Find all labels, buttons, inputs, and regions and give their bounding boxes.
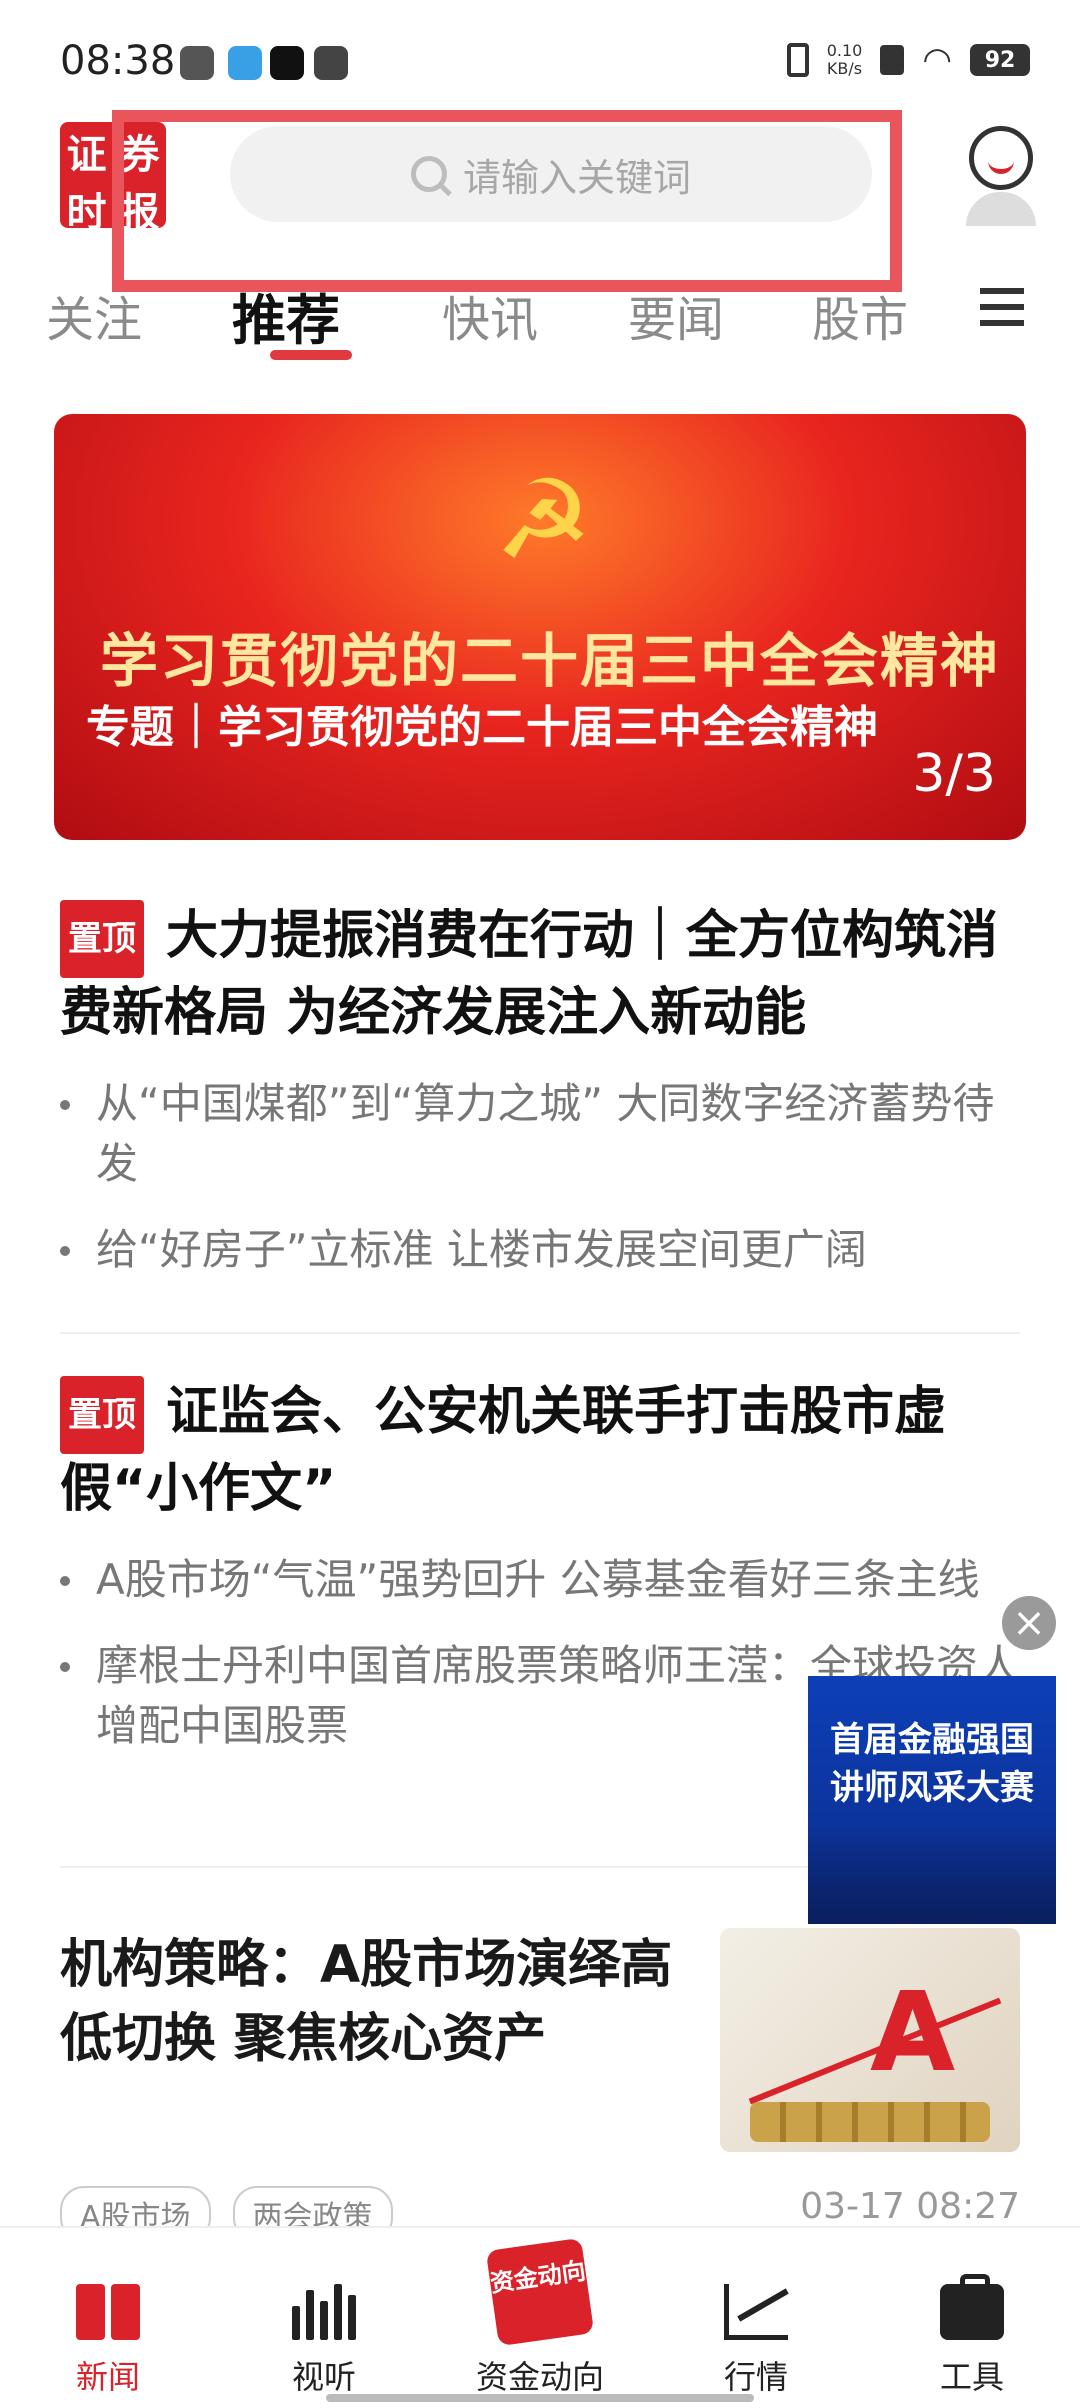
ad-text: 首届金融强国讲师风采大赛 (830, 1720, 1034, 1808)
search-icon (410, 156, 447, 192)
nav-video[interactable]: 视听 (234, 2248, 414, 2398)
ad-city-image (808, 1824, 1056, 1924)
nav-tools[interactable]: 工具 (882, 2248, 1062, 2398)
status-right-group: 0.10 KB/s ◠ 92 (786, 40, 1030, 80)
nav-market[interactable]: 行情 (666, 2248, 846, 2398)
search-placeholder: 请输入关键词 (462, 155, 691, 200)
logo-char: 时 (66, 189, 107, 236)
floating-ad[interactable]: 首届金融强国讲师风采大赛 (808, 1676, 1056, 1924)
qq-app-icon (228, 46, 262, 80)
topic-banner[interactable]: ☭ 学习贯彻党的二十届三中全会精神 专题｜学习贯彻党的二十届三中全会精神 3/3 (54, 414, 1026, 840)
tab-recommend[interactable]: 推荐 (232, 276, 340, 355)
video-icon (292, 2284, 356, 2340)
network-speed-value: 0.10 (826, 41, 863, 60)
news-icon (76, 2284, 140, 2340)
article-title: 大力提振消费在行动｜全方位构筑消费新格局 为经济发展注入新动能 (60, 906, 999, 1043)
nav-label: 视听 (291, 2358, 356, 2396)
market-chart-icon (724, 2284, 788, 2340)
bottom-navigation: 新闻 视听 资金动向 资金动向 行情 工具 (0, 2226, 1080, 2408)
fund-flow-icon: 资金动向 (485, 2237, 595, 2347)
search-input[interactable]: 请输入关键词 (230, 126, 872, 222)
article-title: 证监会、公安机关联手打击股市虚假“小作文” (60, 1382, 947, 1519)
article-headline: 置顶 证监会、公安机关联手打击股市虚假“小作文” (60, 1376, 1020, 1524)
status-bar: 08:38 0.10 KB/s ◠ 92 (0, 0, 1080, 110)
logo-char: 证 (66, 131, 107, 178)
news-timestamp: 03-17 08:27 (800, 2186, 1020, 2227)
banner-page-indicator: 3/3 (912, 744, 996, 804)
network-speed: 0.10 KB/s (827, 42, 863, 78)
battery-level: 92 (984, 47, 1016, 73)
app-header: 证 券 时 报 请输入关键词 (0, 110, 1080, 292)
close-ad-button[interactable]: × (1002, 1596, 1056, 1650)
banner-title: 学习贯彻党的二十届三中全会精神 (99, 627, 1000, 695)
banner-caption: 专题｜学习贯彻党的二十届三中全会精神 (86, 702, 878, 753)
home-indicator[interactable] (326, 2394, 754, 2402)
nav-label: 行情 (723, 2358, 788, 2396)
tab-follow[interactable]: 关注 (46, 280, 142, 350)
user-avatar-button[interactable] (966, 126, 1036, 236)
tiktok-app-icon (270, 46, 304, 80)
battery-icon: 92 (970, 44, 1030, 76)
article-headline: 置顶 大力提振消费在行动｜全方位构筑消费新格局 为经济发展注入新动能 (60, 900, 1020, 1048)
thumbnail-coins (750, 2102, 990, 2142)
vibrate-icon (786, 43, 809, 77)
related-link[interactable]: A股市场“气温”强势回升 公募基金看好三条主线 (60, 1550, 1020, 1610)
thumbnail-letter-a: A (870, 1968, 956, 2096)
nav-fund-flow[interactable]: 资金动向 资金动向 (450, 2237, 630, 2398)
related-link[interactable]: 从“中国煤都”到“算力之城” 大同数字经济蓄势待发 (60, 1074, 1020, 1194)
active-tab-indicator (270, 350, 352, 360)
message-app-icon (314, 46, 348, 80)
tab-stocks[interactable]: 股市 (812, 280, 908, 350)
pinned-badge: 置顶 (60, 900, 144, 978)
tab-headlines[interactable]: 要闻 (628, 280, 724, 350)
no-sim-icon (880, 45, 905, 75)
tab-flash[interactable]: 快讯 (442, 280, 538, 350)
wifi-icon: ◠ (922, 40, 952, 80)
avatar-body (966, 192, 1036, 226)
divider (60, 1332, 1020, 1334)
channel-tabs: 关注 推荐 快讯 要闻 股市 (0, 280, 1080, 370)
pinned-badge: 置顶 (60, 1376, 144, 1454)
channel-menu-icon[interactable] (980, 288, 1024, 328)
news-item-thumbnail[interactable]: A (720, 1928, 1020, 2152)
pinned-article[interactable]: 置顶 大力提振消费在行动｜全方位构筑消费新格局 为经济发展注入新动能 从“中国煤都… (60, 900, 1020, 1280)
related-link[interactable]: 给“好房子”立标准 让楼市发展空间更广阔 (60, 1220, 1020, 1280)
nav-label: 资金动向 (475, 2358, 604, 2396)
news-item-title[interactable]: 机构策略：A股市场演绎高低切换 聚焦核心资产 (60, 1928, 680, 2076)
nav-news[interactable]: 新闻 (18, 2248, 198, 2398)
nav-label: 工具 (939, 2358, 1004, 2396)
party-emblem-icon: ☭ (494, 456, 593, 584)
network-speed-unit: KB/s (826, 59, 863, 78)
link-app-icon (180, 46, 214, 80)
toolbox-icon (940, 2274, 1004, 2340)
status-time: 08:38 (60, 38, 176, 84)
avatar-face-icon (969, 126, 1033, 190)
nav-label: 新闻 (75, 2358, 140, 2396)
